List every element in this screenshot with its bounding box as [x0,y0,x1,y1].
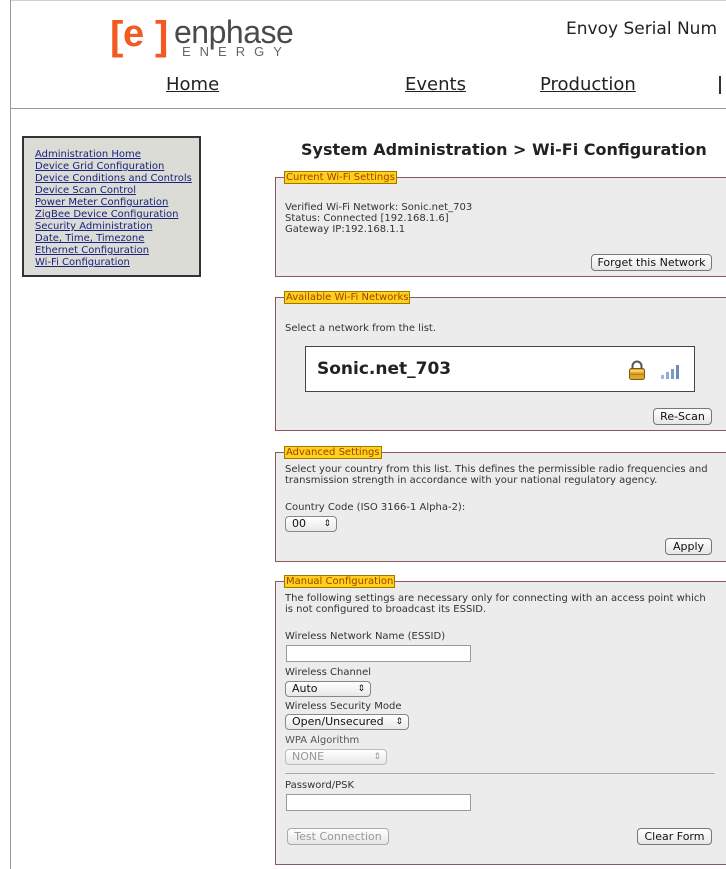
logo-bracket-right: ] [155,14,169,58]
header-divider [10,108,726,109]
envoy-serial-label: Envoy Serial Num [566,19,717,39]
country-description-line1: Select your country from this list. This… [285,464,708,475]
manual-description-line2: is not configured to broadcast its ESSID… [285,604,487,615]
security-mode-value: Open/Unsecured [292,715,384,728]
password-label: Password/PSK [285,780,355,791]
admin-sidebar: Administration Home Device Grid Configur… [22,136,201,277]
essid-input[interactable] [286,645,471,662]
current-wifi-legend: Current Wi-Fi Settings [284,171,397,184]
signal-strength-icon [661,365,679,379]
manual-description-line1: The following settings are necessary onl… [285,593,706,604]
select-network-instruction: Select a network from the list. [285,323,437,334]
available-networks-panel: Available Wi-Fi Networks Select a networ… [275,291,726,431]
sidebar-item-security-administration[interactable]: Security Administration [35,221,199,233]
sidebar-item-administration-home[interactable]: Administration Home [35,149,199,161]
wireless-channel-select[interactable]: Auto ⇕ [285,681,371,697]
essid-label: Wireless Network Name (ESSID) [285,631,446,642]
nav-edge-mark [719,76,721,94]
sidebar-item-zigbee-device-configuration[interactable]: ZigBee Device Configuration [35,209,199,221]
sidebar-item-device-scan-control[interactable]: Device Scan Control [35,185,199,197]
sidebar-item-power-meter-configuration[interactable]: Power Meter Configuration [35,197,199,209]
select-arrows-icon: ⇕ [323,519,331,529]
security-mode-label: Wireless Security Mode [285,701,402,712]
logo-bracket-left: [ [110,14,124,58]
network-name: Sonic.net_703 [317,359,452,379]
window-left-border [10,0,11,869]
sidebar-item-ethernet-configuration[interactable]: Ethernet Configuration [35,245,199,257]
country-code-select[interactable]: 00 ⇕ [285,516,337,532]
sidebar-item-device-grid-configuration[interactable]: Device Grid Configuration [35,161,199,173]
gateway-ip-text: Gateway IP:192.168.1.1 [285,224,406,235]
advanced-settings-panel: Advanced Settings Select your country fr… [275,446,726,562]
network-list-item[interactable]: Sonic.net_703 [306,347,694,391]
wpa-algorithm-label: WPA Algorithm [285,735,360,746]
clear-form-button[interactable]: Clear Form [637,828,712,845]
forget-network-button[interactable]: Forget this Network [591,254,712,271]
manual-configuration-legend: Manual Configuration [284,575,396,588]
select-arrows-icon: ⇕ [357,684,365,694]
advanced-settings-legend: Advanced Settings [284,446,382,459]
wireless-channel-value: Auto [292,682,318,695]
network-list: Sonic.net_703 [305,346,695,392]
sidebar-item-wifi-configuration[interactable]: Wi-Fi Configuration [35,257,199,269]
nav-production[interactable]: Production [540,74,636,95]
country-description-line2: transmission strength in accordance with… [285,475,658,486]
select-arrows-icon: ⇕ [373,752,381,762]
nav-events[interactable]: Events [405,74,466,95]
select-arrows-icon: ⇕ [395,717,403,727]
window-top-border [10,0,726,1]
country-code-value: 00 [292,517,306,530]
country-code-label: Country Code (ISO 3166-1 Alpha-2): [285,502,466,513]
available-networks-legend: Available Wi-Fi Networks [284,291,411,304]
apply-button[interactable]: Apply [665,538,712,555]
sidebar-item-device-conditions-controls[interactable]: Device Conditions and Controls [35,173,199,185]
logo-e-mark: e [123,13,145,55]
verified-network-text: Verified Wi-Fi Network: Sonic.net_703 [285,202,473,213]
lock-icon [629,360,645,380]
wireless-channel-label: Wireless Channel [285,667,372,678]
connection-status-text: Status: Connected [192.168.1.6] [285,213,449,224]
security-mode-select[interactable]: Open/Unsecured ⇕ [285,714,409,730]
current-wifi-settings-panel: Current Wi-Fi Settings Verified Wi-Fi Ne… [275,171,726,277]
nav-home[interactable]: Home [166,74,219,95]
page-title: System Administration > Wi-Fi Configurat… [301,140,707,159]
wpa-algorithm-select[interactable]: NONE ⇕ [285,749,387,765]
test-connection-button[interactable]: Test Connection [287,828,389,845]
manual-configuration-panel: Manual Configuration The following setti… [275,575,726,865]
manual-divider [285,773,715,774]
password-input[interactable] [286,794,471,811]
sidebar-item-date-time-timezone[interactable]: Date, Time, Timezone [35,233,199,245]
rescan-button[interactable]: Re-Scan [653,408,712,425]
wpa-algorithm-value: NONE [292,750,325,763]
logo-energy-text: ENERGY [182,44,291,59]
